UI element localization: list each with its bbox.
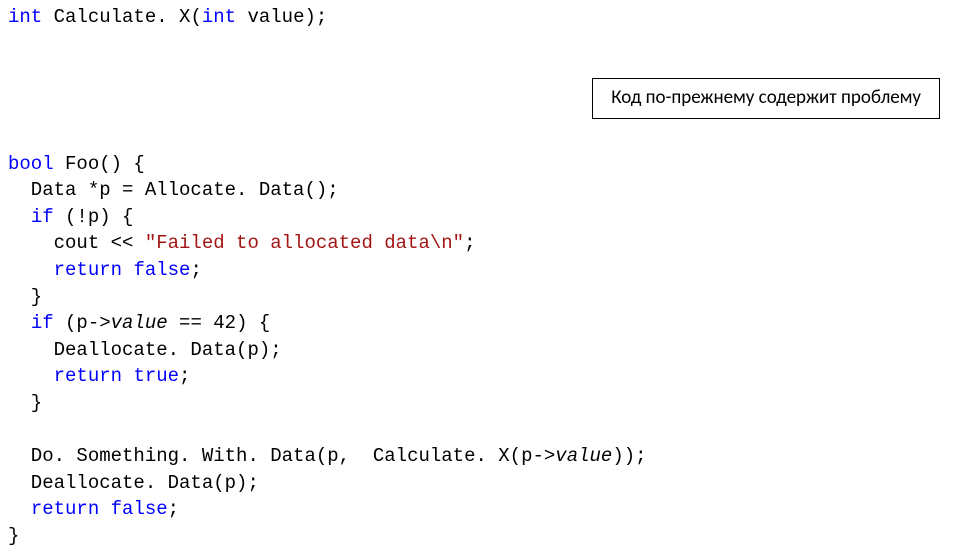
member-value: value [555,445,612,467]
keyword-return: return [54,365,122,387]
code-block-function: bool Foo() { Data *p = Allocate. Data();… [8,151,952,550]
keyword-if: if [31,206,54,228]
keyword-return: return [54,259,122,281]
keyword-int: int [8,6,42,28]
member-value: value [111,312,168,334]
code-line-declaration: int Calculate. X(int value); [8,4,952,31]
string-literal: "Failed to allocated data\n" [145,232,464,254]
callout-text: Код по-прежнему содержит проблему [611,86,921,109]
keyword-true: true [133,365,179,387]
callout-note: Код по-прежнему содержит проблему [592,78,940,119]
keyword-return: return [31,498,99,520]
keyword-if: if [31,312,54,334]
keyword-false: false [111,498,168,520]
keyword-bool: bool [8,153,54,175]
keyword-int: int [202,6,236,28]
keyword-false: false [133,259,190,281]
